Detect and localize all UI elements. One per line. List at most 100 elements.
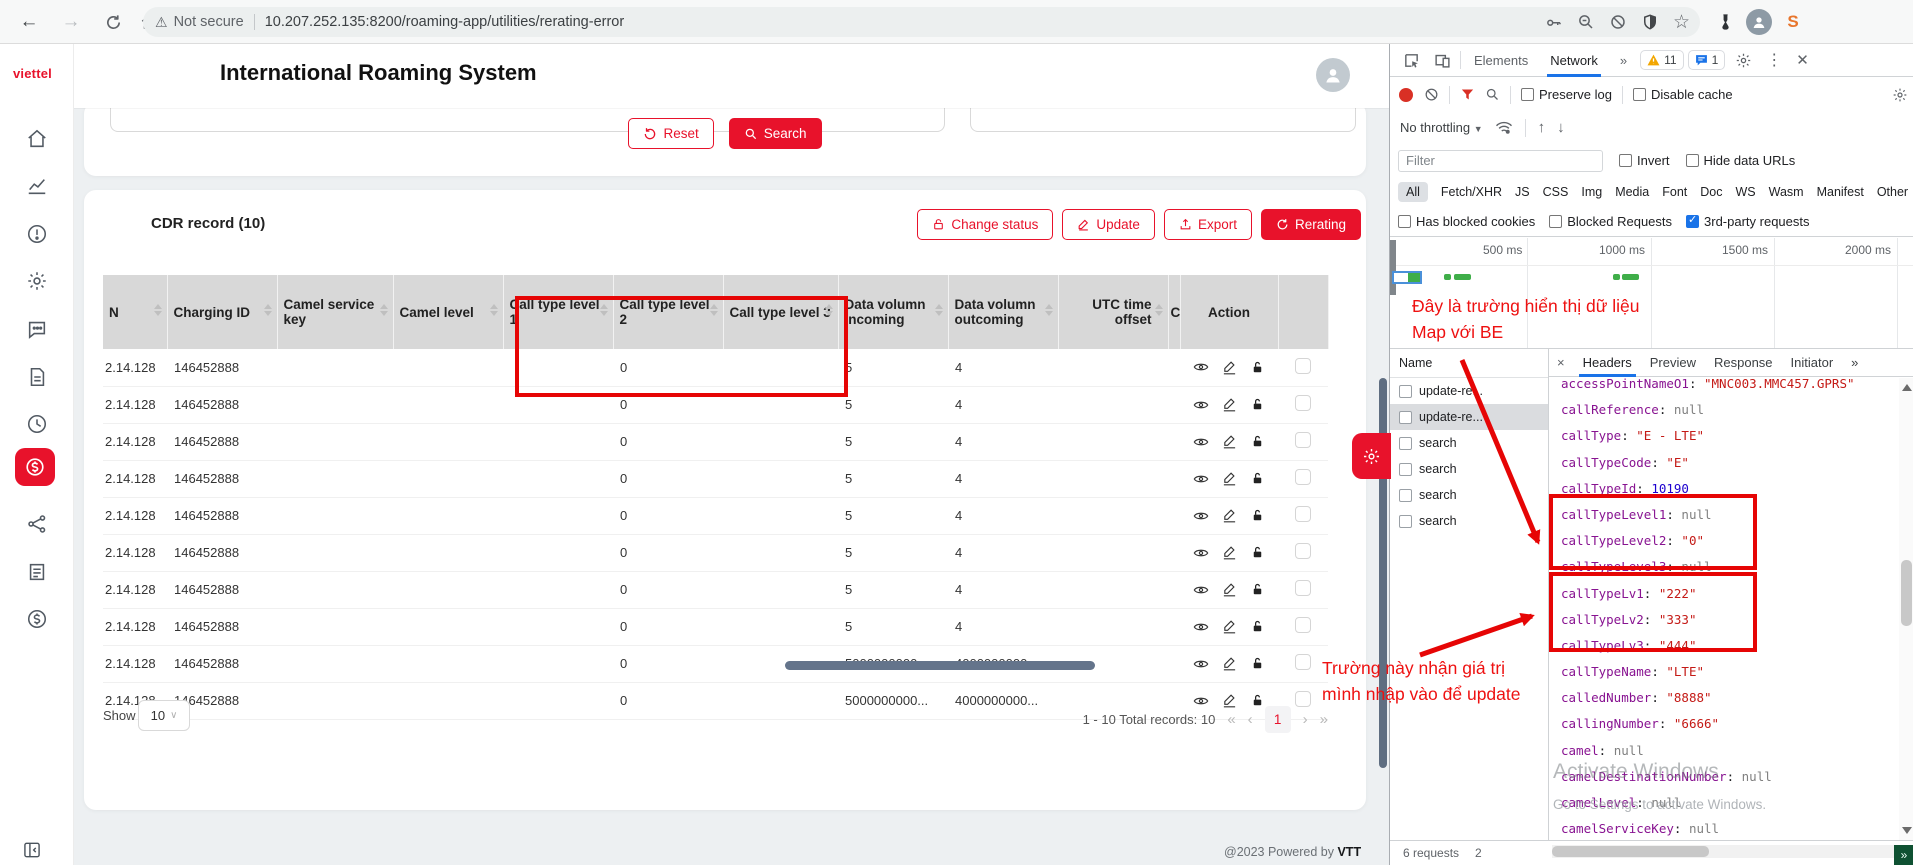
- row-checkbox[interactable]: [1295, 654, 1311, 670]
- edit-pencil-icon[interactable]: [1222, 397, 1237, 412]
- bookmark-star-icon[interactable]: ☆: [1673, 11, 1690, 34]
- view-eye-icon[interactable]: [1193, 582, 1209, 598]
- search-button[interactable]: Search: [729, 118, 822, 149]
- invert-checkbox[interactable]: Invert: [1619, 153, 1670, 168]
- filter-type-all[interactable]: All: [1398, 182, 1428, 202]
- col-header-data-volumn-outcoming[interactable]: Data volumn outcoming: [948, 275, 1058, 349]
- sidebar-chart-icon[interactable]: [26, 175, 48, 197]
- user-avatar[interactable]: [1316, 58, 1350, 92]
- sidebar-item-rerating-active[interactable]: [15, 448, 55, 486]
- extension-flask-icon[interactable]: [1712, 9, 1738, 35]
- hide-data-urls-checkbox[interactable]: Hide data URLs: [1686, 153, 1796, 168]
- edit-pencil-icon[interactable]: [1222, 508, 1237, 523]
- lock-icon[interactable]: [1250, 619, 1265, 634]
- edit-pencil-icon[interactable]: [1222, 582, 1237, 597]
- row-checkbox[interactable]: [1295, 469, 1311, 485]
- edit-pencil-icon[interactable]: [1222, 656, 1237, 671]
- address-bar[interactable]: ⚠ Not secure 10.207.252.135:8200/roaming…: [143, 7, 1700, 37]
- col-header-utc-time-offset[interactable]: UTC time offset: [1058, 275, 1168, 349]
- view-eye-icon[interactable]: [1193, 397, 1209, 413]
- password-key-icon[interactable]: [1545, 13, 1563, 31]
- tab-response[interactable]: Response: [1706, 348, 1781, 377]
- extension-s-icon[interactable]: S: [1780, 9, 1806, 35]
- edit-pencil-icon[interactable]: [1222, 545, 1237, 560]
- tab-initiator[interactable]: Initiator: [1783, 348, 1842, 377]
- forward-icon[interactable]: →: [58, 9, 84, 35]
- reload-icon[interactable]: [100, 9, 126, 35]
- filter-type-doc[interactable]: Doc: [1700, 185, 1722, 199]
- filter-type-img[interactable]: Img: [1581, 185, 1602, 199]
- import-har-icon[interactable]: ↑: [1538, 119, 1546, 136]
- edit-pencil-icon[interactable]: [1222, 434, 1237, 449]
- filter-type-ws[interactable]: WS: [1735, 185, 1755, 199]
- third-party-requests-checkbox[interactable]: 3rd-party requests: [1686, 214, 1810, 229]
- next-page-icon[interactable]: ›: [1303, 711, 1308, 728]
- filter-type-js[interactable]: JS: [1515, 185, 1530, 199]
- request-list-header[interactable]: Name: [1390, 349, 1548, 378]
- row-checkbox[interactable]: [1295, 395, 1311, 411]
- more-detail-tabs-icon[interactable]: »: [1843, 348, 1866, 377]
- record-network-icon[interactable]: [1398, 87, 1414, 103]
- prev-page-icon[interactable]: ‹: [1248, 711, 1253, 728]
- row-checkbox[interactable]: [1295, 543, 1311, 559]
- sidebar-alert-icon[interactable]: [26, 223, 48, 245]
- sidebar-history-icon[interactable]: [26, 413, 48, 435]
- detail-horizontal-scrollbar[interactable]: [1552, 845, 1897, 858]
- lock-icon[interactable]: [1250, 360, 1265, 375]
- close-detail-icon[interactable]: ×: [1549, 355, 1573, 370]
- view-eye-icon[interactable]: [1193, 434, 1209, 450]
- change-status-button[interactable]: Change status: [917, 209, 1053, 240]
- filter-type-font[interactable]: Font: [1662, 185, 1687, 199]
- row-checkbox[interactable]: [1295, 506, 1311, 522]
- update-button[interactable]: Update: [1062, 209, 1155, 240]
- col-header-call-type-level-3[interactable]: Call type level 3: [723, 275, 838, 349]
- reset-button[interactable]: Reset: [628, 118, 713, 149]
- tab-headers[interactable]: Headers: [1575, 348, 1640, 377]
- filter-funnel-icon[interactable]: [1460, 87, 1475, 102]
- sidebar-home-icon[interactable]: [26, 128, 48, 150]
- privacy-shield-icon[interactable]: [1641, 13, 1659, 31]
- network-filter-input[interactable]: [1398, 150, 1603, 172]
- network-overview-timeline[interactable]: 500 ms 1000 ms 1500 ms 2000 ms: [1390, 238, 1913, 348]
- request-row[interactable]: search: [1390, 456, 1548, 482]
- export-har-icon[interactable]: ↓: [1557, 119, 1565, 136]
- inspect-element-icon[interactable]: [1398, 52, 1425, 69]
- sidebar-chat-icon[interactable]: [26, 318, 48, 340]
- sidebar-network-icon[interactable]: [26, 513, 48, 535]
- sidebar-billing-icon[interactable]: [26, 608, 48, 630]
- has-blocked-cookies-checkbox[interactable]: Has blocked cookies: [1398, 214, 1535, 229]
- collapse-sidebar-icon[interactable]: [22, 840, 42, 860]
- filter-type-css[interactable]: CSS: [1543, 185, 1569, 199]
- col-header-camel-service-key[interactable]: Camel service key: [277, 275, 393, 349]
- col-header-charging-id[interactable]: Charging ID: [167, 275, 277, 349]
- throttling-select[interactable]: No throttling ▼: [1400, 120, 1483, 135]
- view-eye-icon[interactable]: [1193, 619, 1209, 635]
- filter-type-other[interactable]: Other: [1877, 185, 1908, 199]
- page-size-select[interactable]: 10 ∨: [138, 700, 190, 731]
- col-header-call-type-level-1[interactable]: Call type level 1: [503, 275, 613, 349]
- lock-icon[interactable]: [1250, 508, 1265, 523]
- request-row[interactable]: search: [1390, 482, 1548, 508]
- view-eye-icon[interactable]: [1193, 508, 1209, 524]
- export-button[interactable]: Export: [1164, 209, 1252, 240]
- filter-type-manifest[interactable]: Manifest: [1817, 185, 1864, 199]
- view-eye-icon[interactable]: [1193, 656, 1209, 672]
- request-row-selected[interactable]: update-re...: [1390, 404, 1548, 430]
- disable-cache-checkbox[interactable]: Disable cache: [1633, 87, 1733, 102]
- blocked-requests-checkbox[interactable]: Blocked Requests: [1549, 214, 1672, 229]
- sidebar-document-icon[interactable]: [26, 366, 48, 388]
- issues-badge[interactable]: 1: [1688, 50, 1726, 70]
- lock-icon[interactable]: [1250, 545, 1265, 560]
- devtools-menu-icon[interactable]: ⋮: [1762, 50, 1786, 70]
- view-eye-icon[interactable]: [1193, 471, 1209, 487]
- lock-icon[interactable]: [1250, 434, 1265, 449]
- current-page[interactable]: 1: [1265, 706, 1291, 733]
- lock-icon[interactable]: [1250, 656, 1265, 671]
- detail-vertical-scrollbar[interactable]: [1899, 378, 1913, 840]
- edit-pencil-icon[interactable]: [1222, 471, 1237, 486]
- timeline-scrubber[interactable]: [1390, 240, 1396, 295]
- tab-elements[interactable]: Elements: [1465, 44, 1537, 77]
- lock-icon[interactable]: [1250, 397, 1265, 412]
- view-eye-icon[interactable]: [1193, 545, 1209, 561]
- col-header-n[interactable]: N: [103, 275, 167, 349]
